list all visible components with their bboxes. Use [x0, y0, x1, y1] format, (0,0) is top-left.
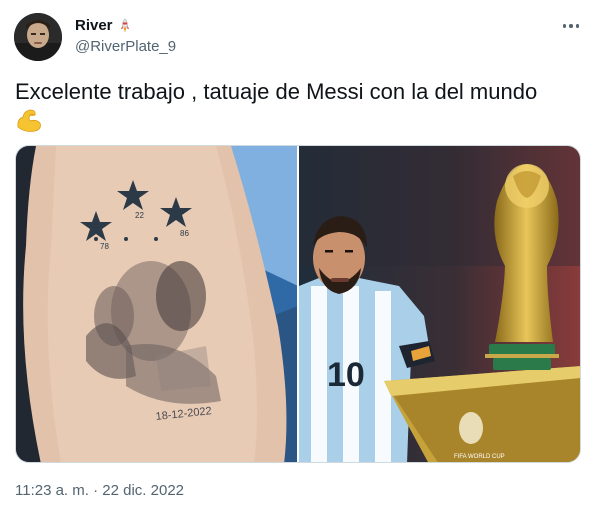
dot-icon: [569, 24, 573, 28]
trophy-base-text: FIFA WORLD CUP: [454, 454, 505, 460]
jersey-number: 10: [327, 356, 365, 394]
tweet-text-content: Excelente trabajo , tatuaje de Messi con…: [15, 79, 538, 104]
tweet-date[interactable]: 22 dic. 2022: [102, 482, 184, 499]
tweet-text: Excelente trabajo , tatuaje de Messi con…: [15, 79, 585, 133]
more-options-button[interactable]: [558, 16, 584, 36]
tweet-timestamp: 11:23 a. m. · 22 dic. 2022: [15, 482, 184, 499]
tweet-time[interactable]: 11:23 a. m.: [15, 482, 89, 499]
user-handle[interactable]: @RiverPlate_9: [75, 38, 176, 55]
tattoo-photo[interactable]: 78 22 86 18-12-2022: [16, 146, 297, 462]
display-name-text[interactable]: River: [75, 17, 113, 34]
timestamp-separator: ·: [93, 482, 99, 499]
trophy-photo[interactable]: 10 FIFA WORLD CUP: [299, 146, 580, 462]
tweet-card: River @RiverPlate_9 Excelente trabajo , …: [0, 0, 602, 516]
media-grid: 78 22 86 18-12-2022 10 FIFA WORLD CUP: [15, 145, 581, 463]
avatar[interactable]: [14, 13, 62, 61]
flexed-biceps-icon: [17, 109, 41, 132]
svg-text:86: 86: [180, 229, 189, 238]
svg-text:22: 22: [135, 211, 144, 220]
dot-icon: [575, 24, 580, 28]
display-name[interactable]: River: [75, 17, 131, 34]
rocket-icon: [120, 18, 129, 32]
dot-icon: [562, 24, 567, 28]
svg-text:78: 78: [100, 242, 109, 251]
